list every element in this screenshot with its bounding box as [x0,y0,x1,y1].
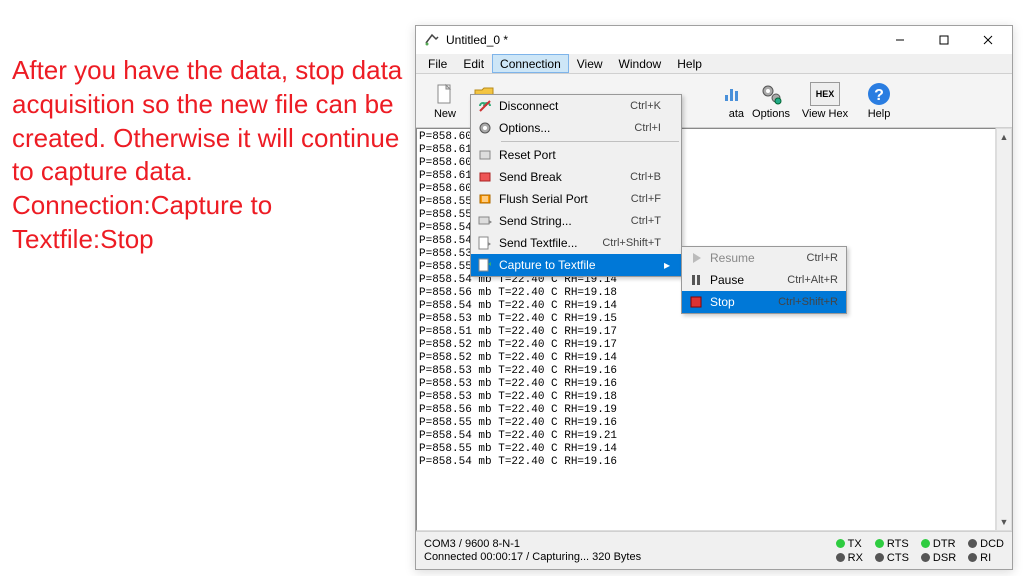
close-button[interactable] [966,26,1010,54]
break-icon [471,169,499,185]
help-button[interactable]: ? Help [854,77,904,125]
led-icon [836,539,845,548]
menuitem-send-string-[interactable]: Send String...Ctrl+T [471,210,681,232]
menuitem-disconnect[interactable]: DisconnectCtrl+K [471,95,681,117]
led-icon [836,553,845,562]
menu-help[interactable]: Help [669,54,710,73]
help-icon: ? [867,82,891,106]
data-button[interactable]: ata [714,77,744,125]
led-dtr: DTR [921,538,956,550]
sendfile-icon [471,235,499,251]
capture-submenu: ResumeCtrl+RPauseCtrl+Alt+RStopCtrl+Shif… [681,246,847,314]
menuitem-flush-serial-port[interactable]: Flush Serial PortCtrl+F [471,188,681,210]
menuitem-send-textfile-[interactable]: Send Textfile...Ctrl+Shift+T [471,232,681,254]
submenuitem-resume: ResumeCtrl+R [682,247,846,269]
hex-icon: HEX [810,82,840,106]
menu-edit[interactable]: Edit [455,54,492,73]
menubar: File Edit Connection View Window Help [416,54,1012,74]
menu-connection[interactable]: Connection [492,54,569,73]
menuitem-options-[interactable]: Options...Ctrl+I [471,117,681,139]
new-button[interactable]: New [420,77,470,125]
options-icon [471,120,499,136]
led-icon [921,539,930,548]
status-connection: Connected 00:00:17 / Capturing... 320 By… [424,551,641,563]
status-port: COM3 / 9600 8-N-1 [424,538,641,550]
submenu-arrow-icon: ▸ [661,258,673,272]
new-icon [433,82,457,106]
window-title: Untitled_0 * [446,33,878,47]
instruction-text: After you have the data, stop data acqui… [12,54,412,257]
led-icon [875,539,884,548]
led-tx: TX [836,538,863,550]
minimize-button[interactable] [878,26,922,54]
menuitem-capture-to-textfile[interactable]: Capture to Textfile▸ [471,254,681,276]
gear-icon [759,82,783,106]
reset-icon [471,147,499,163]
led-icon [875,553,884,562]
statusbar: COM3 / 9600 8-N-1 Connected 00:00:17 / C… [416,531,1012,569]
menu-window[interactable]: Window [611,54,670,73]
app-icon [424,32,440,48]
data-icon [720,82,744,106]
led-rx: RX [836,552,863,564]
submenuitem-stop[interactable]: StopCtrl+Shift+R [682,291,846,313]
pause-icon [682,272,710,288]
scroll-up-icon[interactable]: ▲ [997,129,1011,145]
led-dcd: DCD [968,538,1004,550]
flush-icon [471,191,499,207]
options-button[interactable]: Options [746,77,796,125]
led-ri: RI [968,552,1004,564]
led-rts: RTS [875,538,909,550]
vertical-scrollbar[interactable]: ▲ ▼ [996,128,1012,531]
connection-menu: DisconnectCtrl+KOptions...Ctrl+I Reset Po… [470,94,682,277]
led-dsr: DSR [921,552,956,564]
maximize-button[interactable] [922,26,966,54]
viewhex-button[interactable]: HEX View Hex [798,77,852,125]
menu-view[interactable]: View [569,54,611,73]
stop-icon [682,294,710,310]
led-icon [921,553,930,562]
titlebar: Untitled_0 * [416,26,1012,54]
led-icon [968,553,977,562]
menuitem-reset-port[interactable]: Reset Port [471,144,681,166]
resume-icon [682,250,710,266]
led-cts: CTS [875,552,909,564]
submenuitem-pause[interactable]: PauseCtrl+Alt+R [682,269,846,291]
sendstring-icon [471,213,499,229]
led-icon [968,539,977,548]
status-leds: TX RTS DTR DCD RX CTS DSR RI [836,538,1004,564]
app-window: Untitled_0 * File Edit Connection View W… [415,25,1013,570]
disconnect-icon [471,98,499,114]
svg-text:?: ? [874,87,884,104]
menuitem-send-break[interactable]: Send BreakCtrl+B [471,166,681,188]
scroll-down-icon[interactable]: ▼ [997,514,1011,530]
menu-file[interactable]: File [420,54,455,73]
capture-icon [471,257,499,273]
